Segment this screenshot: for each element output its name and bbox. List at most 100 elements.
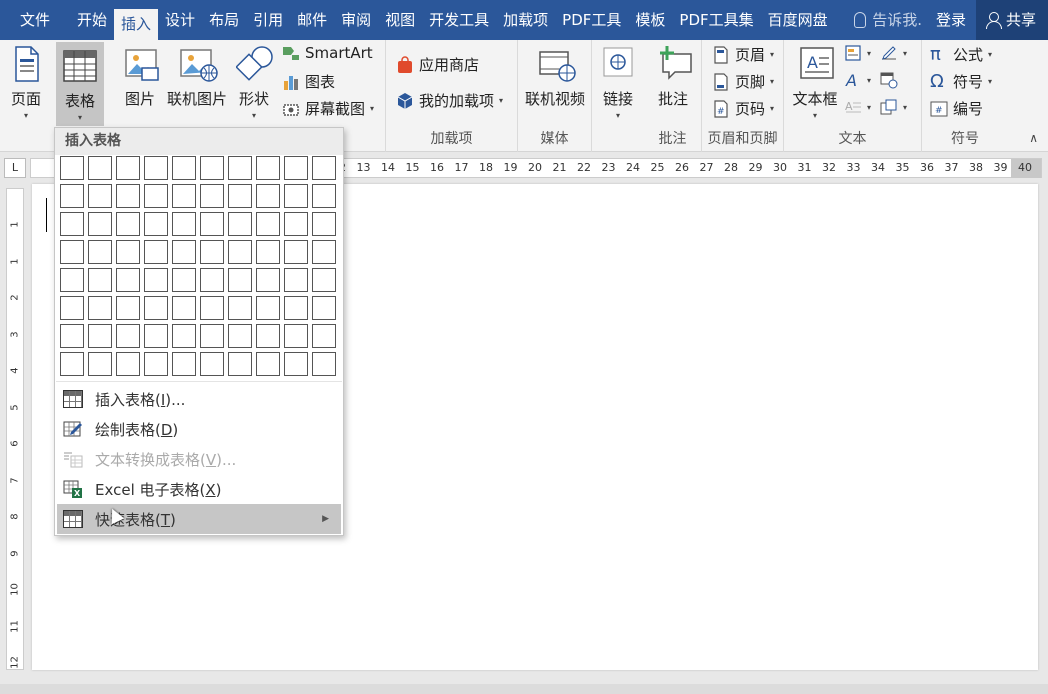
table-grid-cell[interactable]	[116, 268, 140, 292]
menu-excel-spreadsheet[interactable]: X Excel 电子表格(X)	[57, 474, 341, 504]
footer-button[interactable]: 页脚 ▾	[712, 71, 774, 92]
shapes-button[interactable]: 形状 ▾	[232, 44, 276, 120]
link-button[interactable]: 链接 ▾	[598, 44, 638, 120]
symbol-button[interactable]: Ω 符号 ▾	[930, 71, 992, 92]
tab-references[interactable]: 引用	[246, 3, 290, 37]
table-grid-cell[interactable]	[200, 324, 224, 348]
table-grid-cell[interactable]	[256, 352, 280, 376]
table-grid-cell[interactable]	[312, 184, 336, 208]
table-grid-cell[interactable]	[60, 296, 84, 320]
table-grid-cell[interactable]	[312, 324, 336, 348]
menu-quick-tables[interactable]: 快速表格(T) ▶	[57, 504, 341, 534]
table-grid-cell[interactable]	[284, 352, 308, 376]
table-grid-cell[interactable]	[144, 240, 168, 264]
table-button[interactable]: 表格 ▾	[56, 42, 104, 126]
table-grid-cell[interactable]	[312, 156, 336, 180]
table-grid-cell[interactable]	[172, 156, 196, 180]
table-grid-cell[interactable]	[256, 324, 280, 348]
online-picture-button[interactable]: 联机图片	[166, 44, 228, 109]
table-grid-cell[interactable]	[256, 184, 280, 208]
table-grid-cell[interactable]	[88, 296, 112, 320]
table-grid-cell[interactable]	[200, 268, 224, 292]
table-grid-cell[interactable]	[312, 352, 336, 376]
share-button[interactable]: 共享	[975, 0, 1048, 40]
table-grid-cell[interactable]	[200, 240, 224, 264]
table-grid-cell[interactable]	[88, 156, 112, 180]
smartart-button[interactable]: SmartArt	[282, 44, 373, 62]
table-grid-cell[interactable]	[200, 156, 224, 180]
chart-button[interactable]: 图表	[282, 71, 335, 92]
object-button[interactable]: ▾	[880, 98, 907, 116]
wordart-button[interactable]: A ▾	[844, 71, 871, 90]
textbox-button[interactable]: A 文本框 ▾	[788, 44, 842, 120]
table-grid-cell[interactable]	[172, 240, 196, 264]
table-grid-cell[interactable]	[144, 296, 168, 320]
table-size-grid[interactable]	[60, 156, 336, 376]
table-grid-cell[interactable]	[256, 156, 280, 180]
vertical-ruler[interactable]: 112345678910111213	[6, 188, 24, 694]
table-grid-cell[interactable]	[88, 268, 112, 292]
table-grid-cell[interactable]	[312, 240, 336, 264]
table-grid-cell[interactable]	[228, 240, 252, 264]
table-grid-cell[interactable]	[200, 296, 224, 320]
page-number-button[interactable]: # 页码 ▾	[712, 98, 774, 119]
table-grid-cell[interactable]	[172, 184, 196, 208]
picture-button[interactable]: 图片	[118, 44, 162, 109]
tab-view[interactable]: 视图	[378, 3, 422, 37]
table-grid-cell[interactable]	[256, 240, 280, 264]
table-grid-cell[interactable]	[228, 268, 252, 292]
tab-design[interactable]: 设计	[158, 3, 202, 37]
table-grid-cell[interactable]	[116, 184, 140, 208]
tab-home[interactable]: 开始	[70, 3, 114, 37]
table-grid-cell[interactable]	[88, 324, 112, 348]
tab-layout[interactable]: 布局	[202, 3, 246, 37]
table-grid-cell[interactable]	[228, 184, 252, 208]
table-grid-cell[interactable]	[200, 184, 224, 208]
table-grid-cell[interactable]	[200, 212, 224, 236]
table-grid-cell[interactable]	[284, 268, 308, 292]
menu-draw-table[interactable]: 绘制表格(D)	[57, 414, 341, 444]
app-store-button[interactable]: 应用商店	[396, 54, 479, 75]
table-grid-cell[interactable]	[284, 240, 308, 264]
table-grid-cell[interactable]	[172, 212, 196, 236]
table-grid-cell[interactable]	[228, 296, 252, 320]
table-grid-cell[interactable]	[116, 352, 140, 376]
tell-me-box[interactable]: 告诉我.	[854, 0, 932, 40]
table-grid-cell[interactable]	[284, 324, 308, 348]
table-grid-cell[interactable]	[60, 240, 84, 264]
table-grid-cell[interactable]	[116, 240, 140, 264]
signature-line-button[interactable]: ▾	[880, 44, 907, 62]
menu-insert-table[interactable]: 插入表格(I)...	[57, 384, 341, 414]
drop-cap-button[interactable]: A ▾	[844, 98, 871, 116]
table-grid-cell[interactable]	[60, 352, 84, 376]
table-grid-cell[interactable]	[60, 156, 84, 180]
number-button[interactable]: # 编号	[930, 98, 983, 119]
tab-developer[interactable]: 开发工具	[422, 3, 496, 37]
header-button[interactable]: 页眉 ▾	[712, 44, 774, 65]
tab-pdf-tools[interactable]: PDF工具	[555, 3, 628, 37]
table-grid-cell[interactable]	[60, 268, 84, 292]
tab-file[interactable]: 文件	[0, 3, 70, 37]
table-grid-cell[interactable]	[256, 296, 280, 320]
table-grid-cell[interactable]	[312, 296, 336, 320]
table-grid-cell[interactable]	[284, 212, 308, 236]
table-grid-cell[interactable]	[284, 296, 308, 320]
quick-parts-button[interactable]: ▾	[844, 44, 871, 62]
table-grid-cell[interactable]	[172, 324, 196, 348]
table-grid-cell[interactable]	[116, 296, 140, 320]
tab-stop-selector[interactable]: L	[4, 158, 26, 178]
table-grid-cell[interactable]	[228, 324, 252, 348]
table-grid-cell[interactable]	[144, 212, 168, 236]
table-grid-cell[interactable]	[144, 352, 168, 376]
table-grid-cell[interactable]	[60, 324, 84, 348]
collapse-ribbon-icon[interactable]: ∧	[1029, 131, 1038, 145]
table-grid-cell[interactable]	[228, 156, 252, 180]
table-grid-cell[interactable]	[312, 212, 336, 236]
table-grid-cell[interactable]	[116, 324, 140, 348]
table-grid-cell[interactable]	[200, 352, 224, 376]
tab-addins[interactable]: 加载项	[496, 3, 555, 37]
table-grid-cell[interactable]	[144, 156, 168, 180]
tab-review[interactable]: 审阅	[334, 3, 378, 37]
table-grid-cell[interactable]	[116, 212, 140, 236]
tab-baidu-netdisk[interactable]: 百度网盘	[761, 3, 835, 37]
